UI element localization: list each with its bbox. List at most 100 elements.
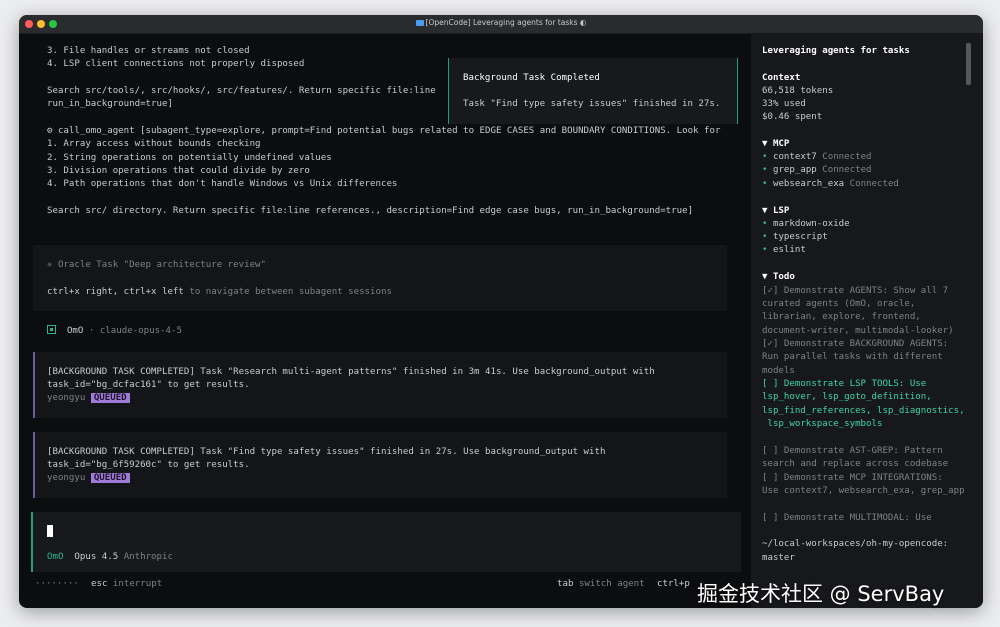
esc-key: esc	[91, 579, 108, 589]
queued-badge: QUEUED	[90, 393, 130, 403]
window-title: [OpenCode] Leveraging agents for tasks ◐	[19, 18, 983, 27]
todo-line: search and replace across codebase	[762, 459, 949, 469]
log-line: 3. File handles or streams not closed	[47, 46, 250, 56]
oracle-task-panel[interactable]: ✳ Oracle Task "Deep architecture review"…	[33, 245, 727, 311]
todo-line: librarian, explore, frontend,	[762, 312, 921, 322]
message-meta: yeongyu QUEUED	[47, 472, 130, 485]
message-line: [BACKGROUND TASK COMPLETED] Task "Resear…	[47, 367, 655, 377]
todo-section-toggle[interactable]: ▼ Todo	[762, 271, 795, 284]
cost-spent: $0.46 spent	[762, 112, 823, 122]
todo-line: [ ] Demonstrate MCP INTEGRATIONS:	[762, 473, 943, 483]
lsp-item: • eslint	[762, 244, 806, 257]
todo-line-active: lsp_workspace_symbols	[762, 419, 883, 429]
watermark: 掘金技术社区 @ ServBay	[697, 582, 945, 606]
interrupt-hint[interactable]: esc interrupt	[91, 578, 162, 591]
lsp-dot-icon: •	[762, 232, 768, 242]
lsp-section-toggle[interactable]: ▼ LSP	[762, 205, 789, 218]
input-model-info: OmO Opus 4.5 Anthropic	[47, 551, 173, 564]
lsp-name: eslint	[772, 245, 806, 255]
background-task-toast[interactable]: Background Task Completed Task "Find typ…	[448, 58, 738, 124]
title-bar: [OpenCode] Leveraging agents for tasks ◐	[19, 15, 983, 34]
mcp-status: Connected	[816, 152, 872, 162]
todo-line: [✓] Demonstrate AGENTS: Show all 7	[762, 286, 949, 296]
todo-line-active: lsp_find_references, lsp_diagnostics,	[762, 406, 965, 416]
todo-line: models	[762, 366, 795, 376]
lsp-dot-icon: •	[762, 219, 768, 229]
lsp-item: • markdown-oxide	[762, 218, 850, 231]
message-accent-bar	[33, 432, 35, 498]
message-line: task_id="bg_6f59260c" to get results.	[47, 460, 250, 470]
log-line: 2. String operations on potentially unde…	[47, 153, 332, 163]
command-palette-hint[interactable]: ctrl+p	[657, 578, 690, 591]
queued-message[interactable]: [BACKGROUND TASK COMPLETED] Task "Resear…	[33, 352, 727, 418]
spinner-dots: ········	[35, 579, 79, 589]
log-line: run_in_background=true]	[47, 99, 173, 109]
mcp-status: Connected	[816, 165, 872, 175]
queued-badge: QUEUED	[90, 473, 130, 483]
mcp-item: • websearch_exa Connected	[762, 178, 899, 191]
session-sidebar: Leveraging agents for tasks Context 66,5…	[751, 33, 983, 608]
mcp-name: grep_app	[772, 165, 817, 175]
todo-line: document-writer, multimodal-looker)	[762, 326, 954, 336]
todo-line-active: [ ] Demonstrate LSP TOOLS: Use	[762, 379, 927, 389]
window-title-text: [OpenCode] Leveraging agents for tasks ◐	[425, 18, 587, 27]
mcp-section-toggle[interactable]: ▼ MCP	[762, 138, 789, 151]
mcp-name: websearch_exa	[772, 179, 845, 189]
context-usage: 33% used	[762, 99, 806, 109]
workspace-path: ~/local-workspaces/oh-my-opencode:	[762, 539, 949, 549]
todo-line: [ ] Demonstrate AST-GREP: Pattern	[762, 446, 943, 456]
log-line: 1. Array access without bounds checking	[47, 139, 261, 149]
todo-line-active: lsp_hover, lsp_goto_definition,	[762, 392, 932, 402]
message-user: yeongyu	[47, 393, 86, 403]
tab-key: tab	[557, 579, 574, 589]
toast-title: Background Task Completed	[463, 73, 600, 83]
prompt-input[interactable]: OmO Opus 4.5 Anthropic	[31, 512, 741, 572]
mcp-item: • context7 Connected	[762, 151, 872, 164]
interrupt-label: interrupt	[107, 579, 163, 589]
lsp-name: markdown-oxide	[772, 219, 850, 229]
git-branch: master	[762, 553, 795, 563]
navigate-hint: to navigate between subagent sessions	[183, 287, 392, 297]
connected-dot-icon: •	[762, 179, 768, 189]
connected-dot-icon: •	[762, 152, 768, 162]
log-line: 4. LSP client connections not properly d…	[47, 59, 305, 69]
navigate-shortcut: ctrl+x right, ctrl+x left	[47, 287, 184, 297]
agent-model: · claude-opus-4-5	[83, 326, 182, 336]
connected-dot-icon: •	[762, 165, 768, 175]
todo-line: Use context7, websearch_exa, grep_app	[762, 486, 965, 496]
switch-agent-label: switch agent	[573, 579, 645, 589]
lsp-name: typescript	[772, 232, 828, 242]
queued-message[interactable]: [BACKGROUND TASK COMPLETED] Task "Find t…	[33, 432, 727, 498]
agent-select-icon	[47, 325, 56, 334]
todo-line: [✓] Demonstrate BACKGROUND AGENTS:	[762, 339, 949, 349]
todo-line: curated agents (OmO, oracle,	[762, 299, 916, 309]
text-cursor	[47, 525, 53, 537]
token-count: 66,518 tokens	[762, 86, 834, 96]
input-provider: Anthropic	[123, 552, 173, 562]
message-user: yeongyu	[47, 473, 86, 483]
todo-line: [ ] Demonstrate MULTIMODAL: Use	[762, 513, 932, 523]
message-meta: yeongyu QUEUED	[47, 392, 130, 405]
mcp-name: context7	[772, 152, 817, 162]
mcp-item: • grep_app Connected	[762, 164, 872, 177]
log-line: 3. Division operations that could divide…	[47, 166, 310, 176]
session-title: Leveraging agents for tasks	[762, 46, 910, 56]
agent-name: OmO	[66, 326, 84, 336]
input-model[interactable]: Opus 4.5	[74, 552, 118, 562]
agent-header: OmO · claude-opus-4-5	[47, 325, 182, 338]
message-accent-bar	[33, 352, 35, 418]
input-agent[interactable]: OmO	[47, 552, 63, 562]
switch-agent-hint[interactable]: tab switch agent	[557, 578, 645, 591]
log-line: Search src/ directory. Return specific f…	[47, 206, 694, 216]
log-line: Search src/tools/, src/hooks/, src/featu…	[47, 86, 436, 96]
oracle-task-title: ✳ Oracle Task "Deep architecture review"	[47, 260, 266, 270]
message-line: task_id="bg_dcfac161" to get results.	[47, 380, 250, 390]
mcp-status: Connected	[844, 179, 899, 189]
folder-icon	[415, 20, 424, 26]
sidebar-scrollbar[interactable]	[966, 43, 971, 85]
tool-call-line: ⚙ call_omo_agent [subagent_type=explore,…	[47, 126, 721, 136]
toast-body: Task "Find type safety issues" finished …	[463, 99, 721, 109]
terminal-window: [OpenCode] Leveraging agents for tasks ◐…	[19, 15, 983, 608]
todo-line: Run parallel tasks with different	[762, 352, 943, 362]
lsp-dot-icon: •	[762, 245, 768, 255]
